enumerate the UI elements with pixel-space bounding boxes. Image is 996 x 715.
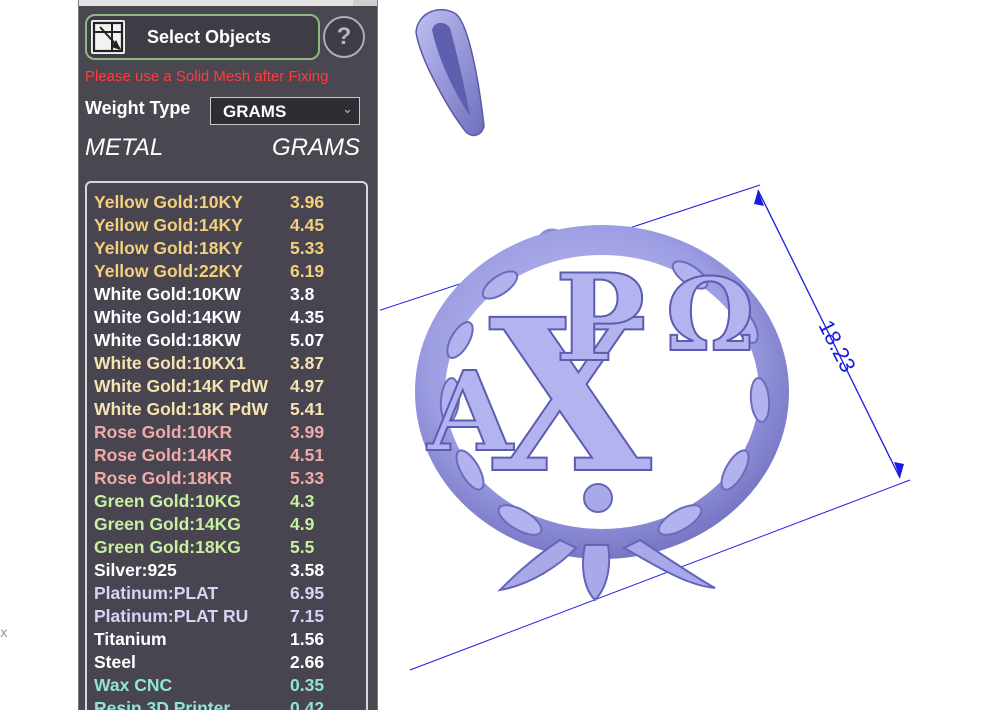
metal-weight-value: 6.19 <box>290 261 325 281</box>
dimension-value-label: 18.23 <box>814 316 861 376</box>
metal-row: Resin 3D Printer 0.42 <box>94 698 364 710</box>
3d-viewport[interactable]: 18.23 X P A Ω <box>319 0 996 710</box>
metal-row: Green Gold:18KG 5.5 <box>94 537 364 560</box>
metal-row: Rose Gold:18KR 5.33 <box>94 468 364 491</box>
metal-row: Platinum:PLAT 6.95 <box>94 583 364 606</box>
metal-row: Silver:925 3.58 <box>94 560 364 583</box>
metal-weight-value: 6.95 <box>290 583 325 603</box>
metal-weight-value: 7.15 <box>290 606 325 626</box>
weight-type-select[interactable]: GRAMS ⌄ <box>210 97 360 125</box>
metal-weight-value: 1.56 <box>290 629 325 649</box>
help-button[interactable]: ? <box>323 16 365 58</box>
metal-row: Wax CNC 0.35 <box>94 675 364 698</box>
metal-weight-value: 0.35 <box>290 675 325 695</box>
metal-row: Yellow Gold:18KY 5.33 <box>94 238 364 261</box>
metal-name: Platinum:PLAT <box>94 583 219 603</box>
metal-row: Platinum:PLAT RU 7.15 <box>94 606 364 629</box>
metal-weight-value: 4.35 <box>290 307 325 327</box>
panel-scroll-strip[interactable] <box>79 0 377 6</box>
chevron-down-icon: ⌄ <box>342 101 353 116</box>
pendant-mesh[interactable]: X P A Ω <box>415 225 789 602</box>
metal-weight-rows: Yellow Gold:10KY 3.96 Yellow Gold:14KY 4.45… <box>94 192 364 710</box>
metal-row: Rose Gold:14KR 4.51 <box>94 445 364 468</box>
margin-fragment-text: x <box>0 626 8 641</box>
metal-row: White Gold:18KW 5.07 <box>94 330 364 353</box>
metal-row: Green Gold:14KG 4.9 <box>94 514 364 537</box>
metal-name: Yellow Gold:14KY <box>94 215 243 235</box>
metal-name: Resin 3D Printer <box>94 698 231 710</box>
metal-name: Silver:925 <box>94 560 177 580</box>
viewport-canvas: 18.23 X P A Ω <box>319 9 911 671</box>
metal-row: White Gold:10KW 3.8 <box>94 284 364 307</box>
metal-row: Yellow Gold:10KY 3.96 <box>94 192 364 215</box>
alpha-letter: A <box>426 347 514 476</box>
metal-row: Yellow Gold:14KY 4.45 <box>94 215 364 238</box>
metal-weight-list: Yellow Gold:10KY 3.96 Yellow Gold:14KY 4.45… <box>85 181 368 710</box>
grams-column-header: GRAMS <box>272 134 361 161</box>
metal-row: White Gold:14KW 4.35 <box>94 307 364 330</box>
rho-letter: P <box>555 248 645 389</box>
metal-name: Green Gold:10KG <box>94 491 241 511</box>
metal-name: Rose Gold:14KR <box>94 445 233 465</box>
metal-weight-value: 5.41 <box>290 399 325 419</box>
metal-name: Green Gold:18KG <box>94 537 241 557</box>
weight-type-value: GRAMS <box>223 102 287 121</box>
metal-weight-value: 4.9 <box>290 514 315 534</box>
metal-name: White Gold:14KW <box>94 307 241 327</box>
select-objects-label: Select Objects <box>147 27 272 47</box>
mesh-warning-text: Please use a Solid Mesh after Fixing <box>85 68 329 85</box>
metal-row: Green Gold:10KG 4.3 <box>94 491 364 514</box>
metal-row: White Gold:14K PdW 4.97 <box>94 376 364 399</box>
metal-weight-value: 2.66 <box>290 652 325 672</box>
metal-name: Rose Gold:10KR <box>94 422 233 442</box>
metal-weight-value: 5.33 <box>290 468 325 488</box>
metal-row: White Gold:10KX1 3.87 <box>94 353 364 376</box>
weight-panel: Select Objects ? Please use a Solid Mesh… <box>78 0 378 710</box>
metal-weight-value: 0.42 <box>290 698 325 710</box>
metal-row: Rose Gold:10KR 3.99 <box>94 422 364 445</box>
metal-name: Yellow Gold:10KY <box>94 192 243 212</box>
metal-weight-value: 3.8 <box>290 284 315 304</box>
weight-type-label: Weight Type <box>85 98 191 118</box>
metal-weight-value: 3.87 <box>290 353 325 373</box>
bail-mesh[interactable] <box>415 9 485 137</box>
metal-weight-value: 5.33 <box>290 238 325 258</box>
metal-name: Yellow Gold:22KY <box>94 261 243 281</box>
metal-name: Rose Gold:18KR <box>94 468 233 488</box>
metal-weight-value: 5.5 <box>290 537 315 557</box>
metal-weight-value: 3.96 <box>290 192 325 212</box>
metal-row: White Gold:18K PdW 5.41 <box>94 399 364 422</box>
metal-name: White Gold:10KX1 <box>94 353 246 373</box>
select-objects-icon <box>91 20 125 54</box>
metal-weight-value: 3.58 <box>290 560 325 580</box>
metal-name: White Gold:18KW <box>94 330 241 350</box>
metal-column-header: METAL <box>85 134 164 161</box>
select-objects-button[interactable]: Select Objects <box>85 14 320 60</box>
metal-weight-value: 4.97 <box>290 376 325 396</box>
metal-row: Steel 2.66 <box>94 652 364 675</box>
panel-scroll-thumb[interactable] <box>353 0 377 6</box>
metal-name: White Gold:10KW <box>94 284 241 304</box>
metal-name: Steel <box>94 652 136 672</box>
metal-name: Green Gold:14KG <box>94 514 241 534</box>
metal-row: Titanium 1.56 <box>94 629 364 652</box>
metal-weight-value: 4.45 <box>290 215 325 235</box>
metal-name: White Gold:14K PdW <box>94 376 269 396</box>
omega-letter: Ω <box>665 256 754 374</box>
metal-name: Yellow Gold:18KY <box>94 238 243 258</box>
metal-name: Platinum:PLAT RU <box>94 606 249 626</box>
metal-weight-value: 4.3 <box>290 491 315 511</box>
metal-weight-value: 3.99 <box>290 422 325 442</box>
metal-name: Wax CNC <box>94 675 173 695</box>
metal-weight-value: 5.07 <box>290 330 325 350</box>
metal-name: Titanium <box>94 629 167 649</box>
metal-row: Yellow Gold:22KY 6.19 <box>94 261 364 284</box>
metal-name: White Gold:18K PdW <box>94 399 269 419</box>
metal-weight-value: 4.51 <box>290 445 325 465</box>
